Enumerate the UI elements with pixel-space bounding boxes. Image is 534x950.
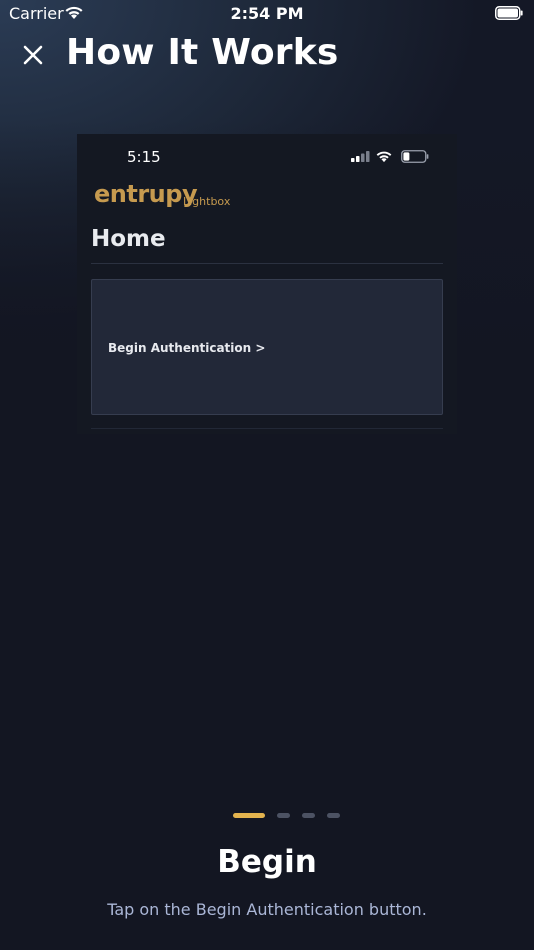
preview-status-time: 5:15 bbox=[127, 148, 161, 166]
status-time: 2:54 PM bbox=[230, 4, 304, 23]
entrupy-logo: entrupy bbox=[94, 180, 198, 208]
preview-wifi-icon bbox=[376, 151, 392, 163]
preview-battery-icon bbox=[401, 150, 429, 163]
phone-preview-image: 5:15 entrupy Lightbox Home Begin Authent… bbox=[77, 134, 457, 434]
page-dot-active[interactable] bbox=[233, 813, 265, 818]
close-icon bbox=[23, 45, 43, 65]
begin-authentication-card: Begin Authentication > bbox=[91, 279, 443, 415]
page-dot[interactable] bbox=[302, 813, 315, 818]
logo-subtitle: Lightbox bbox=[183, 195, 231, 208]
status-bar: Carrier 2:54 PM bbox=[0, 0, 534, 28]
begin-authentication-label: Begin Authentication > bbox=[108, 341, 266, 355]
preview-page-title: Home bbox=[91, 226, 166, 252]
page-dot[interactable] bbox=[277, 813, 290, 818]
step-description: Tap on the Begin Authentication button. bbox=[107, 900, 427, 919]
divider bbox=[91, 263, 443, 264]
signal-icon bbox=[351, 151, 370, 162]
divider bbox=[91, 428, 443, 429]
page-dot[interactable] bbox=[327, 813, 340, 818]
step-title: Begin bbox=[217, 844, 317, 880]
battery-icon bbox=[495, 6, 523, 20]
close-button[interactable] bbox=[18, 40, 48, 70]
page-title: How It Works bbox=[66, 32, 339, 73]
